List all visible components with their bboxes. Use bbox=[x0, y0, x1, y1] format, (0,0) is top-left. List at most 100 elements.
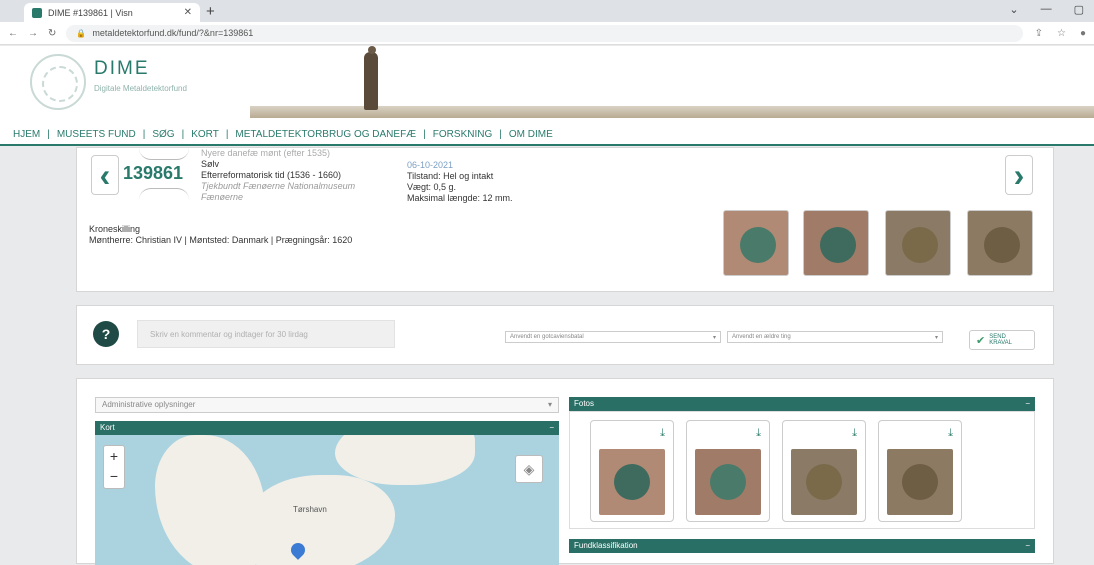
help-icon[interactable]: ? bbox=[93, 321, 119, 347]
photos-area: ⤓ ⤓ ⤓ ⤓ bbox=[569, 411, 1035, 529]
classification-panel-title: Fundklassifikation bbox=[574, 541, 638, 550]
send-comment-button[interactable]: ✔ SEND KRAVAL bbox=[969, 330, 1035, 350]
nav-item-forskning[interactable]: FORSKNING bbox=[426, 129, 499, 140]
photo-card[interactable]: ⤓ bbox=[686, 420, 770, 522]
nav-item-om-dime[interactable]: OM DIME bbox=[502, 129, 560, 140]
address-bar: ← → ↻ 🔒 metaldetektorfund.dk/fund/?&nr=1… bbox=[0, 22, 1094, 45]
minimize-icon[interactable]: — bbox=[1041, 3, 1052, 16]
ornament-top-icon bbox=[139, 148, 189, 160]
share-icon[interactable]: ⇪ bbox=[1035, 28, 1043, 39]
layers-icon[interactable]: ◈ bbox=[515, 455, 543, 483]
coin-image bbox=[740, 227, 776, 263]
find-info-primary: Nyere danefæ mønt (efter 1535) Sølv Efte… bbox=[201, 148, 355, 203]
coin-image bbox=[806, 464, 842, 500]
photo-image[interactable] bbox=[791, 449, 857, 515]
profile-icon[interactable]: ● bbox=[1080, 28, 1086, 39]
coin-name: Kroneskilling bbox=[89, 224, 141, 234]
find-number: 139861 bbox=[123, 163, 184, 183]
dime-logo-icon[interactable] bbox=[30, 54, 86, 110]
details-card: Administrative oplysninger ▾ Kort − + − … bbox=[76, 378, 1054, 565]
bookmark-star-icon[interactable]: ☆ bbox=[1057, 28, 1066, 39]
download-icon[interactable]: ⤓ bbox=[852, 427, 857, 440]
tab-title: DIME #139861 | Visn bbox=[48, 7, 133, 18]
browser-tab[interactable]: DIME #139861 | Visn ✕ bbox=[24, 3, 200, 22]
find-thumbnail[interactable] bbox=[885, 210, 951, 276]
ornament-bottom-icon bbox=[139, 188, 189, 200]
photo-image[interactable] bbox=[599, 449, 665, 515]
find-length: Maksimal længde: 12 mm. bbox=[407, 193, 513, 203]
coin-image bbox=[902, 464, 938, 500]
zoom-out-button[interactable]: − bbox=[104, 466, 124, 486]
find-owner: Tjekbundt Fænøerne Nationalmuseum bbox=[201, 181, 356, 191]
photo-card[interactable]: ⤓ bbox=[878, 420, 962, 522]
favicon-icon bbox=[32, 7, 42, 18]
coin-image bbox=[984, 227, 1020, 263]
coin-image bbox=[614, 464, 650, 500]
find-map[interactable]: + − ◈ Tørshavn bbox=[95, 435, 559, 565]
find-weight: Vægt: 0,5 g. bbox=[407, 182, 457, 192]
comment-card: ? Skriv en kommentar og indtager for 30 … bbox=[76, 305, 1054, 365]
find-header-line: Nyere danefæ mønt (efter 1535) bbox=[201, 148, 331, 158]
admin-info-select[interactable]: Administrative oplysninger ▾ bbox=[95, 397, 559, 413]
collapse-icon[interactable]: − bbox=[549, 423, 554, 433]
map-panel-header[interactable]: Kort − bbox=[95, 421, 559, 435]
zoom-controls: + − bbox=[103, 445, 125, 489]
site-header: DIME Digitale Metaldetektorfund bbox=[0, 46, 1094, 124]
find-place: Fænøerne bbox=[201, 192, 244, 202]
close-tab-icon[interactable]: ✕ bbox=[184, 7, 192, 18]
collapse-icon[interactable]: − bbox=[1025, 541, 1030, 551]
comment-topic-select[interactable]: Anvendt en ældre ting ▾ bbox=[727, 331, 943, 343]
new-tab-button[interactable]: + bbox=[206, 3, 215, 20]
find-condition: Tilstand: Hel og intakt bbox=[407, 171, 494, 181]
main-navigation: HJEM | MUSEETS FUND | SØG | KORT | METALDETE… bbox=[0, 124, 1094, 146]
comment-input[interactable]: Skriv en kommentar og indtager for 30 li… bbox=[137, 320, 395, 348]
lock-icon: 🔒 bbox=[76, 28, 87, 38]
nav-item-sog[interactable]: SØG bbox=[145, 129, 181, 140]
photo-card[interactable]: ⤓ bbox=[782, 420, 866, 522]
chevron-down-icon: ▾ bbox=[712, 335, 716, 341]
coin-image bbox=[710, 464, 746, 500]
map-place-label: Tørshavn bbox=[293, 505, 327, 514]
comment-type-select[interactable]: Anvendt en gotcaviensbatal ▾ bbox=[505, 331, 721, 343]
maximize-icon[interactable]: ▢ bbox=[1074, 3, 1084, 16]
photos-panel-header[interactable]: Fotos − bbox=[569, 397, 1035, 411]
find-description: Kroneskilling Møntherre: Christian IV | … bbox=[89, 224, 352, 246]
photos-panel-title: Fotos bbox=[574, 399, 595, 408]
find-summary-card: ‹ 139861 Nyere danefæ mønt (efter 1535) … bbox=[76, 147, 1054, 292]
find-thumbnail[interactable] bbox=[967, 210, 1033, 276]
photo-image[interactable] bbox=[887, 449, 953, 515]
window-controls: ⌄ — ▢ bbox=[1009, 3, 1084, 16]
find-thumbnail[interactable] bbox=[723, 210, 789, 276]
url-field[interactable]: 🔒 metaldetektorfund.dk/fund/?&nr=139861 bbox=[66, 24, 1023, 42]
download-icon[interactable]: ⤓ bbox=[756, 427, 761, 440]
classification-panel-header[interactable]: Fundklassifikation − bbox=[569, 539, 1035, 553]
chevron-down-icon: ▾ bbox=[934, 335, 938, 341]
coin-details: Møntherre: Christian IV | Møntsted: Danm… bbox=[89, 235, 353, 245]
download-icon[interactable]: ⤓ bbox=[660, 427, 665, 440]
nav-item-metaldetektorbrug[interactable]: METALDETEKTORBRUG OG DANEFÆ bbox=[228, 129, 423, 140]
find-thumbnail[interactable] bbox=[803, 210, 869, 276]
download-icon[interactable]: ⤓ bbox=[948, 427, 953, 440]
find-material: Sølv bbox=[201, 159, 219, 169]
zoom-in-button[interactable]: + bbox=[104, 446, 124, 466]
site-name[interactable]: DIME bbox=[94, 58, 150, 80]
back-icon[interactable]: ← bbox=[8, 28, 18, 39]
photo-card[interactable]: ⤓ bbox=[590, 420, 674, 522]
previous-find-button[interactable]: ‹ bbox=[91, 155, 119, 195]
nav-item-kort[interactable]: KORT bbox=[184, 129, 226, 140]
map-land bbox=[245, 475, 395, 565]
next-find-button[interactable]: › bbox=[1005, 155, 1033, 195]
collapse-icon[interactable]: − bbox=[1025, 399, 1030, 409]
coin-image bbox=[902, 227, 938, 263]
url-text: metaldetektorfund.dk/fund/?&nr=139861 bbox=[92, 28, 254, 38]
reload-icon[interactable]: ↻ bbox=[48, 28, 56, 39]
forward-icon[interactable]: → bbox=[28, 28, 38, 39]
find-info-secondary: 06-10-2021 Tilstand: Hel og intakt Vægt:… bbox=[407, 160, 513, 204]
find-date: 06-10-2021 bbox=[407, 160, 454, 170]
nav-item-hjem[interactable]: HJEM bbox=[6, 129, 47, 140]
coin-image bbox=[820, 227, 856, 263]
site-subtitle: Digitale Metaldetektorfund bbox=[94, 84, 187, 93]
nav-item-museets-fund[interactable]: MUSEETS FUND bbox=[50, 129, 143, 140]
tab-search-icon[interactable]: ⌄ bbox=[1009, 3, 1018, 16]
photo-image[interactable] bbox=[695, 449, 761, 515]
